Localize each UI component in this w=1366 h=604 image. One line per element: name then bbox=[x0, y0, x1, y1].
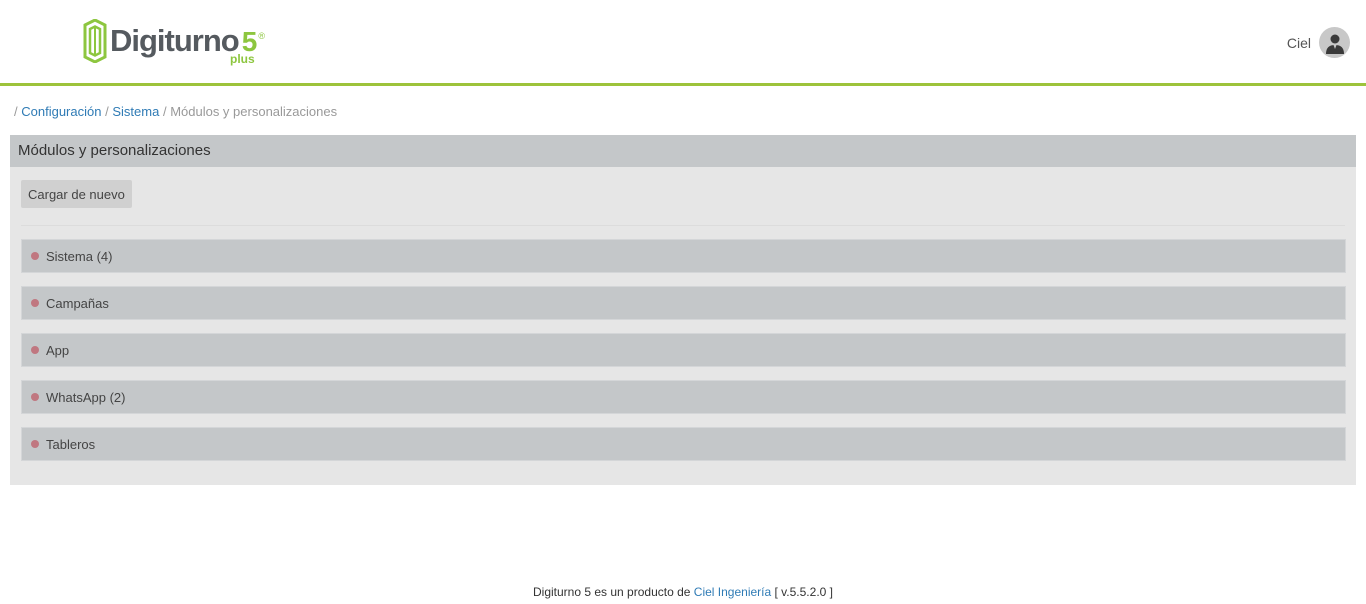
status-dot-icon bbox=[31, 393, 39, 401]
user-menu[interactable]: Ciel bbox=[1287, 27, 1350, 58]
module-app[interactable]: App bbox=[21, 333, 1346, 367]
module-tableros[interactable]: Tableros bbox=[21, 427, 1346, 461]
module-label: Campañas bbox=[46, 295, 109, 311]
status-dot-icon bbox=[31, 299, 39, 307]
reload-button[interactable]: Cargar de nuevo bbox=[21, 180, 132, 208]
modules-panel: Módulos y personalizaciones Cargar de nu… bbox=[10, 135, 1356, 485]
module-label: Tableros bbox=[46, 436, 96, 452]
footer-prefix: Digiturno 5 es un producto de bbox=[533, 585, 691, 599]
breadcrumb-root-separator: / bbox=[14, 104, 18, 119]
module-label: Sistema (4) bbox=[46, 248, 113, 264]
breadcrumb-current: Módulos y personalizaciones bbox=[170, 104, 338, 119]
footer-version: [ v.5.5.2.0 ] bbox=[774, 585, 833, 599]
status-dot-icon bbox=[31, 252, 39, 260]
footer: Digiturno 5 es un producto de Ciel Ingen… bbox=[0, 585, 1366, 599]
logo-registered-mark: ® bbox=[258, 31, 265, 41]
breadcrumb-configuracion[interactable]: Configuración bbox=[21, 104, 101, 119]
user-avatar-icon[interactable] bbox=[1319, 27, 1350, 58]
status-dot-icon bbox=[31, 440, 39, 448]
app-header: Digiturno 5® plus Ciel bbox=[0, 0, 1366, 86]
module-campanas[interactable]: Campañas bbox=[21, 286, 1346, 320]
panel-title: Módulos y personalizaciones bbox=[10, 135, 1356, 167]
breadcrumb: / Configuración / Sistema / Módulos y pe… bbox=[14, 104, 337, 119]
user-name[interactable]: Ciel bbox=[1287, 35, 1311, 51]
breadcrumb-sistema[interactable]: Sistema bbox=[112, 104, 159, 119]
breadcrumb-separator: / bbox=[162, 104, 167, 119]
module-label: App bbox=[46, 342, 70, 358]
digiturno-logo-icon bbox=[83, 19, 107, 63]
breadcrumb-separator: / bbox=[105, 104, 109, 119]
divider bbox=[21, 225, 1345, 226]
module-sistema[interactable]: Sistema (4) bbox=[21, 239, 1346, 273]
module-whatsapp[interactable]: WhatsApp (2) bbox=[21, 380, 1346, 414]
status-dot-icon bbox=[31, 346, 39, 354]
logo-edition: plus bbox=[230, 52, 255, 66]
digiturno-logo[interactable]: Digiturno 5® plus bbox=[82, 19, 265, 66]
footer-company-link[interactable]: Ciel Ingeniería bbox=[694, 585, 771, 599]
module-label: WhatsApp (2) bbox=[46, 389, 126, 405]
logo-wordmark: Digiturno bbox=[110, 23, 240, 58]
